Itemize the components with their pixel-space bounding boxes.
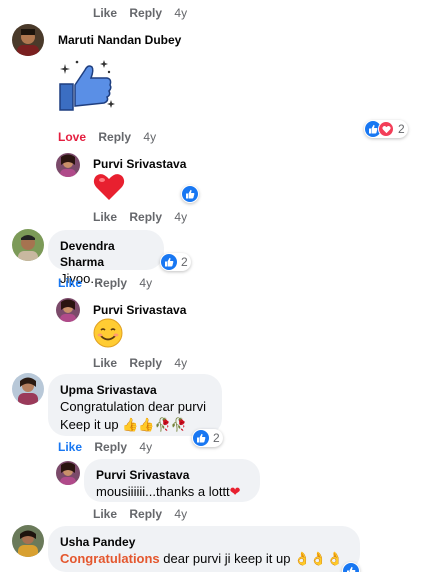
timestamp[interactable]: 4y [174, 507, 187, 521]
reaction-count: 2 [213, 431, 220, 445]
heart-emoji [93, 172, 125, 207]
comment-author[interactable]: Purvi Srivastava [93, 156, 186, 172]
love-reaction-button[interactable]: Love [58, 130, 86, 144]
reaction-summary[interactable] [181, 185, 199, 203]
thumbs-up-sticker [57, 56, 115, 116]
like-icon [182, 186, 198, 202]
like-button[interactable]: Like [93, 356, 117, 370]
avatar[interactable] [12, 24, 44, 56]
avatar[interactable] [56, 298, 80, 322]
like-button[interactable]: Like [93, 6, 117, 20]
reply-button[interactable]: Reply [129, 356, 162, 370]
timestamp[interactable]: 4y [174, 6, 187, 20]
comment-text: mousiiiiii...thanks a lottt❤ [96, 484, 241, 499]
comment-text-line1: Congratulation dear purvi [60, 399, 206, 414]
reaction-summary[interactable]: 2 [160, 253, 191, 271]
comment-bubble: Usha Pandey Congratulations dear purvi j… [48, 526, 360, 572]
reaction-summary[interactable]: 2 [364, 120, 408, 138]
comment-text-line2: Keep it up 👍👍🥀🥀 [60, 417, 187, 432]
highlighted-text: Congratulations [60, 551, 160, 566]
timestamp[interactable]: 4y [139, 440, 152, 454]
timestamp[interactable]: 4y [174, 210, 187, 224]
comment-text: Congratulations dear purvi ji keep it up… [60, 551, 343, 566]
timestamp[interactable]: 4y [143, 130, 156, 144]
like-icon [161, 254, 177, 270]
avatar[interactable] [12, 229, 44, 261]
comment-actions: Like Reply 4y [93, 506, 196, 522]
comment-actions-top: Like Reply 4y [93, 5, 196, 21]
heart-emoji: ❤ [229, 484, 241, 499]
avatar[interactable] [56, 461, 80, 485]
reaction-count: 2 [398, 122, 405, 136]
comment-author[interactable]: Purvi Srivastava [93, 302, 186, 318]
reaction-summary[interactable] [342, 562, 360, 572]
like-button[interactable]: Like [93, 507, 117, 521]
comment-actions: Like Reply 4y [93, 209, 196, 225]
like-button[interactable]: Like [58, 440, 82, 454]
like-icon [343, 563, 359, 572]
timestamp[interactable]: 4y [139, 276, 152, 290]
smiling-face-emoji [93, 318, 123, 353]
comment-actions: Like Reply 4y [93, 355, 196, 371]
comment-author[interactable]: Devendra Sharma [60, 238, 152, 270]
comment-author[interactable]: Maruti Nandan Dubey [58, 32, 181, 48]
avatar[interactable] [12, 525, 44, 557]
comment-author[interactable]: Purvi Srivastava [96, 467, 248, 483]
timestamp[interactable]: 4y [174, 356, 187, 370]
reply-button[interactable]: Reply [129, 210, 162, 224]
like-button[interactable]: Like [58, 276, 82, 290]
comment-actions: Like Reply 4y [58, 275, 161, 291]
reply-button[interactable]: Reply [129, 6, 162, 20]
reply-button[interactable]: Reply [98, 130, 131, 144]
reaction-count: 2 [181, 255, 188, 269]
comment-author[interactable]: Usha Pandey [60, 534, 348, 550]
reply-button[interactable]: Reply [94, 276, 127, 290]
reply-button[interactable]: Reply [129, 507, 162, 521]
love-icon [378, 121, 394, 137]
like-icon [193, 430, 209, 446]
comment-actions: Love Reply 4y [58, 129, 165, 145]
reply-button[interactable]: Reply [94, 440, 127, 454]
comment-bubble: Purvi Srivastava mousiiiiii...thanks a l… [84, 459, 260, 502]
avatar[interactable] [12, 373, 44, 405]
comment-actions: Like Reply 4y [58, 439, 161, 455]
comment-author[interactable]: Upma Srivastava [60, 382, 210, 398]
comment-bubble: Devendra Sharma Jiyoo... [48, 230, 164, 286]
avatar[interactable] [56, 153, 80, 177]
reaction-summary[interactable]: 2 [192, 429, 223, 447]
like-button[interactable]: Like [93, 210, 117, 224]
comment-bubble: Upma Srivastava Congratulation dear purv… [48, 374, 222, 436]
